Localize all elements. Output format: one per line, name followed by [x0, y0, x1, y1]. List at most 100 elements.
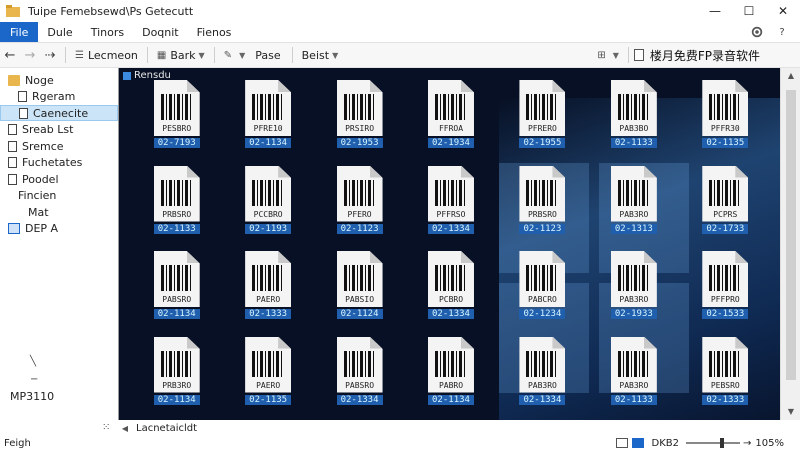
file-name-label: 02-1334: [336, 394, 383, 405]
scroll-thumb[interactable]: [786, 90, 796, 380]
menu-fienos[interactable]: Fienos: [188, 26, 241, 39]
file-tile[interactable]: PAERO 02-1333: [222, 249, 313, 333]
zoom-in-icon[interactable]: →: [743, 438, 751, 449]
file-tile[interactable]: PESBRO 02-7193: [131, 78, 222, 162]
nav-item-fincien[interactable]: Fincien: [0, 188, 118, 204]
file-tile[interactable]: PFFRSO 02-1334: [405, 164, 496, 248]
nav-item-rgeram[interactable]: Rgeram: [0, 89, 118, 105]
back-label: Bark: [170, 48, 196, 62]
file-tile[interactable]: FFROA 02-1934: [405, 78, 496, 162]
zoom-slider[interactable]: [686, 438, 741, 448]
navigation-pane: Noge Rgeram Caenecite Sreab Lst Sremce F…: [0, 68, 118, 438]
document-icon: [8, 157, 17, 168]
file-tile[interactable]: PEBSRO 02-1333: [680, 335, 771, 419]
window-title: Tuipe Femebsewd\Ps Getecutt: [28, 4, 194, 18]
menu-tinors[interactable]: Tinors: [82, 26, 133, 39]
menu-dule[interactable]: Dule: [38, 26, 81, 39]
file-name-label: 02-1134: [428, 394, 474, 405]
nav-item-label: Poodel: [22, 172, 59, 186]
file-tile[interactable]: PFERO 02-1123: [314, 164, 405, 248]
file-tile[interactable]: PAB3RO 02-1133: [588, 335, 679, 419]
file-page-label: PAERO: [256, 380, 281, 390]
file-tile[interactable]: PRSIRO 02-1953: [314, 78, 405, 162]
file-tile[interactable]: PFFPRO 02-1533: [680, 249, 771, 333]
app-title: 楼月免费FP录音软件: [633, 47, 760, 64]
nav-item-fuchetates[interactable]: Fuchetates: [0, 155, 118, 171]
back-arrow-icon[interactable]: ←: [0, 48, 20, 63]
pase-button[interactable]: ✎ ▼: [220, 50, 250, 61]
file-tile[interactable]: PRBSRO 02-1133: [131, 164, 222, 248]
file-tile[interactable]: PRB3RO 02-1134: [131, 335, 222, 419]
maximize-button[interactable]: ☐: [732, 0, 766, 22]
nav-item-sreab-lst[interactable]: Sreab Lst: [0, 122, 118, 138]
nav-item-noge[interactable]: Noge: [0, 72, 118, 88]
file-tile[interactable]: PCCBRO 02-1193: [222, 164, 313, 248]
file-tile[interactable]: PFRERO 02-1955: [497, 78, 588, 162]
barcode-icon: [709, 265, 740, 291]
file-tile[interactable]: PCPRS 02-1733: [680, 164, 771, 248]
file-tile[interactable]: PAB3RO 02-1313: [588, 164, 679, 248]
file-name-label: 02-1333: [702, 394, 749, 405]
beist-button[interactable]: Beist ▼: [298, 49, 343, 62]
help-icon[interactable]: ?: [774, 24, 790, 40]
file-name-label: 02-1334: [428, 309, 474, 319]
file-tile[interactable]: PFFR30 02-1135: [680, 78, 771, 162]
document-icon: [633, 49, 644, 61]
nav-item-mat[interactable]: Mat: [0, 204, 118, 220]
barcode-icon: [526, 350, 557, 377]
back-button[interactable]: ▦ Bark ▼: [153, 49, 209, 62]
scroll-up-icon[interactable]: ▲: [781, 68, 800, 84]
file-tile[interactable]: PABSIO 02-1124: [314, 249, 405, 333]
barcode-icon: [252, 179, 283, 206]
file-page-label: PFFRSO: [436, 209, 466, 219]
zoom-knob[interactable]: [720, 438, 725, 448]
file-tile[interactable]: PABCRO 02-1234: [497, 249, 588, 333]
nav-item-poodel[interactable]: Poodel: [0, 171, 118, 187]
location-button[interactable]: ☰ Lecmeon: [71, 49, 142, 62]
layout-button[interactable]: ⊞ ▼: [593, 50, 623, 61]
file-grid: PESBRO 02-7193 PFRE10 02-1134 PRSIRO 02-1953 F…: [131, 78, 771, 418]
nav-item-caenecite[interactable]: Caenecite: [0, 105, 118, 121]
gear-icon[interactable]: [748, 25, 766, 39]
nav-item-label: Noge: [25, 73, 54, 87]
file-page-label: PRBSRO: [162, 209, 192, 219]
file-tile[interactable]: PABSRO 02-1334: [314, 335, 405, 419]
file-document-icon: PAERO: [245, 251, 292, 307]
horizontal-scrollbar[interactable]: ◀ Lacnetaicldt: [118, 420, 800, 436]
minimize-button[interactable]: —: [698, 0, 732, 22]
file-document-icon: PRSIRO: [336, 80, 383, 136]
file-tile[interactable]: PABRO 02-1134: [405, 335, 496, 419]
menu-doqnit[interactable]: Doqnit: [133, 26, 188, 39]
tiles-view-icon[interactable]: [631, 438, 644, 448]
nav-item-dep-a[interactable]: DEP A: [0, 221, 118, 237]
file-tile[interactable]: PCBRO 02-1334: [405, 249, 496, 333]
file-document-icon: PRBSRO: [153, 165, 200, 222]
file-name-label: 02-1135: [245, 394, 292, 405]
file-tile[interactable]: PAB3BO 02-1133: [588, 78, 679, 162]
scroll-down-icon[interactable]: ▼: [781, 404, 800, 420]
file-tile[interactable]: PAB3RO 02-1933: [588, 249, 679, 333]
file-name-label: 02-1134: [153, 394, 200, 405]
file-document-icon: PFFR30: [702, 80, 749, 136]
file-tile[interactable]: PABSRO 02-1134: [131, 249, 222, 333]
file-tile[interactable]: PAERO 02-1135: [222, 335, 313, 419]
menu-file[interactable]: File: [0, 22, 39, 42]
close-button[interactable]: ✕: [766, 0, 800, 22]
bars-icon: ☰: [75, 49, 84, 61]
details-view-icon[interactable]: [615, 438, 628, 448]
grip-icon[interactable]: ⁙: [102, 422, 110, 433]
forward-arrow-icon[interactable]: →: [20, 48, 40, 63]
pase-label[interactable]: Pase: [249, 49, 286, 62]
vertical-scrollbar[interactable]: ▲ ▼: [780, 68, 800, 420]
barcode-icon: [434, 94, 465, 120]
up-arrow-icon[interactable]: ⇢: [40, 48, 60, 63]
nav-item-label: Fuchetates: [22, 156, 83, 169]
barcode-icon: [343, 265, 374, 291]
scroll-left-icon[interactable]: ◀: [118, 424, 132, 433]
file-page-label: PFRE10: [253, 124, 283, 133]
beist-label: Beist: [301, 48, 330, 62]
file-tile[interactable]: PAB3RO 02-1334: [497, 335, 588, 419]
file-tile[interactable]: PRBSRO 02-1123: [497, 164, 588, 248]
file-tile[interactable]: PFRE10 02-1134: [222, 78, 313, 162]
nav-item-sremce[interactable]: Sremce: [0, 138, 118, 154]
